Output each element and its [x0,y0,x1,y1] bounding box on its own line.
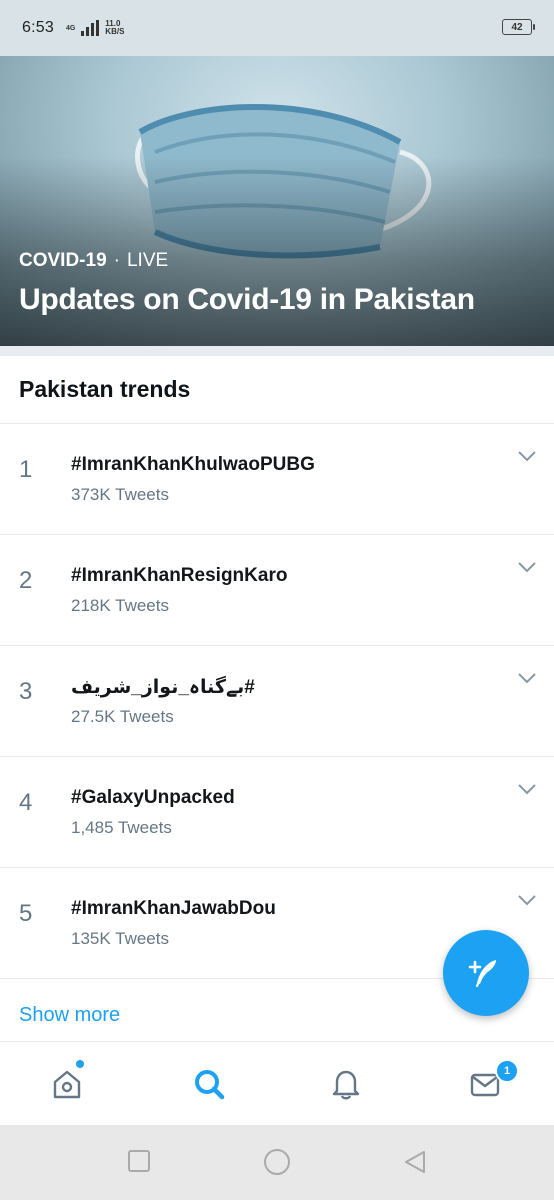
trend-item[interactable]: 2 #ImranKhanResignKaro 218K Tweets [0,535,554,646]
hero-separator: · [113,250,120,271]
hero-category: COVID-19 [19,250,107,271]
section-divider [0,346,554,356]
trend-count: 135K Tweets [71,929,169,948]
trend-count: 373K Tweets [71,485,169,504]
bottom-navigation: 1 [0,1041,554,1125]
battery-icon: 42 [502,19,535,35]
trend-name: #ImranKhanResignKaro [71,565,288,586]
messages-badge: 1 [495,1059,519,1083]
home-button-icon[interactable] [262,1147,292,1177]
chevron-down-icon[interactable] [516,559,538,575]
chevron-down-icon[interactable] [516,448,538,464]
status-network: 4G 11.0 KB/S [66,20,124,36]
bell-icon [332,1070,360,1100]
trends-title: Pakistan trends [19,376,191,402]
hero-kicker: COVID-19 · LIVE [19,250,168,272]
network-type: 4G [65,24,76,32]
chevron-down-icon[interactable] [516,781,538,797]
trend-count: 27.5K Tweets [71,707,174,726]
recent-apps-icon[interactable] [127,1149,151,1173]
hero-title: Updates on Covid-19 in Pakistan [19,283,475,316]
home-icon [53,1070,81,1099]
compose-tweet-button[interactable] [443,930,529,1016]
trend-item[interactable]: 4 #GalaxyUnpacked 1,485 Tweets [0,757,554,868]
trend-name: #ImranKhanJawabDou [71,898,276,919]
trend-rank: 2 [19,567,33,594]
trend-name: #ImranKhanKhulwaoPUBG [71,454,315,475]
trend-rank: 3 [19,678,33,705]
search-icon [195,1070,225,1100]
signal-icon [81,20,100,36]
trend-count: 1,485 Tweets [71,818,172,837]
trends-header: Pakistan trends [0,356,554,424]
chevron-down-icon[interactable] [516,670,538,686]
hero-status: LIVE [126,250,169,271]
show-more-link[interactable]: Show more [19,1004,120,1027]
trend-rank: 4 [19,789,33,816]
trend-count: 218K Tweets [71,596,169,615]
battery-level: 42 [511,21,523,33]
trend-rank: 5 [19,900,33,927]
feather-plus-icon [468,960,496,988]
trend-rank: 1 [19,456,33,483]
chevron-down-icon[interactable] [516,892,538,908]
nav-home[interactable] [47,1064,87,1104]
trend-name: #GalaxyUnpacked [71,787,235,808]
network-speed-unit: KB/S [105,27,125,36]
nav-notifications[interactable] [326,1064,366,1104]
status-bar: 6:53 4G 11.0 KB/S 42 [0,0,554,56]
back-icon[interactable] [402,1149,428,1175]
nav-search[interactable] [189,1064,229,1104]
network-speed: 11.0 KB/S [105,20,124,36]
home-notification-dot [76,1060,84,1068]
system-navigation-bar [0,1125,554,1200]
trend-item[interactable]: 1 #ImranKhanKhulwaoPUBG 373K Tweets [0,424,554,535]
trend-item[interactable]: 3 #بےگناہ_نواز_شریف 27.5K Tweets [0,646,554,757]
trend-name: #بےگناہ_نواز_شریف [71,677,255,698]
status-time: 6:53 [22,19,54,36]
